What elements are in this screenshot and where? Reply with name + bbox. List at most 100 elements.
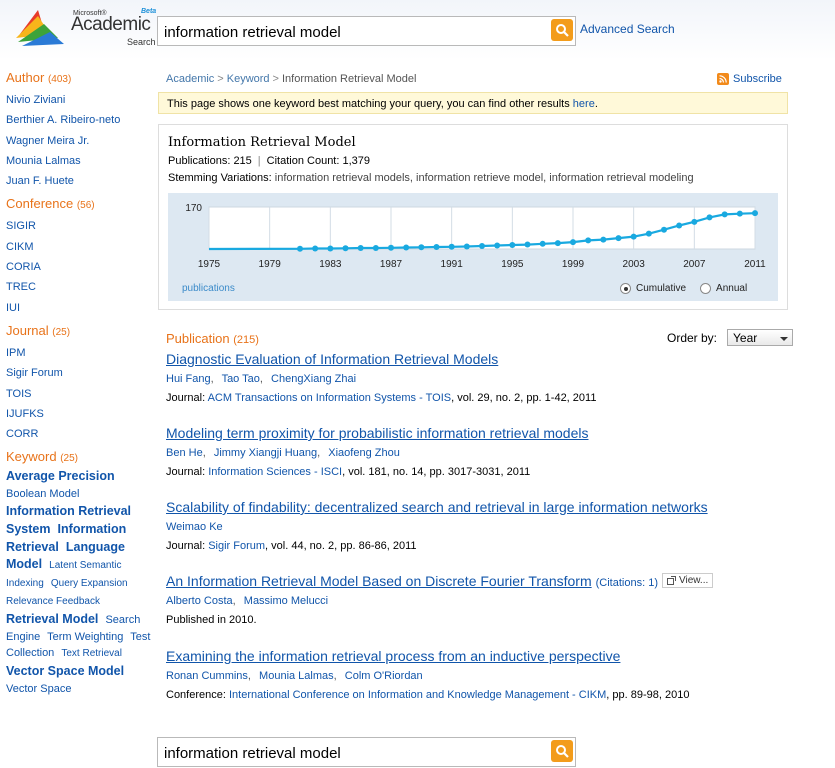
author-item[interactable]: Juan F. Huete	[6, 174, 154, 194]
conference-title: Conference	[6, 196, 74, 212]
publication-title-link[interactable]: Examining the information retrieval proc…	[166, 648, 620, 664]
venue-link[interactable]: ACM Transactions on Information Systems …	[208, 392, 452, 404]
author-item[interactable]: Wagner Meira Jr.	[6, 134, 154, 154]
breadcrumb-academic[interactable]: Academic	[166, 73, 214, 85]
author-link[interactable]: Ronan Cummins	[166, 670, 248, 682]
author-link[interactable]: Weimao Ke	[166, 521, 223, 533]
author-link[interactable]: Hui Fang	[166, 373, 211, 385]
stemming-variations: Stemming Variations: information retriev…	[168, 172, 694, 184]
keyword-link[interactable]: Text Retrieval	[61, 648, 122, 659]
author-link[interactable]: Tao Tao	[222, 373, 260, 385]
chart-x-tick-label: 2007	[683, 259, 706, 270]
venue-link[interactable]: International Conference on Information …	[229, 689, 606, 701]
order-by-select[interactable]: Year	[727, 329, 794, 346]
citations-link[interactable]: (Citations: 1)	[596, 577, 658, 589]
advanced-search-link[interactable]: Advanced Search	[580, 22, 675, 36]
publication-title-link[interactable]: Modeling term proximity for probabilisti…	[166, 425, 589, 441]
author-item[interactable]: Nivio Ziviani	[6, 93, 154, 113]
journal-item[interactable]: Sigir Forum	[6, 366, 154, 386]
author-link[interactable]: Xiaofeng Zhou	[328, 447, 400, 459]
chart-x-tick-label: 2003	[623, 259, 646, 270]
publication-venue: Journal: Information Sciences - ISCI, vo…	[166, 465, 786, 479]
keyword-link[interactable]: Query Expansion	[51, 578, 128, 589]
publication-title-link[interactable]: An Information Retrieval Model Based on …	[166, 573, 592, 589]
author-link[interactable]: Massimo Melucci	[244, 595, 328, 607]
radio-annual[interactable]: Annual	[700, 283, 747, 294]
publication-title-link[interactable]: Diagnostic Evaluation of Information Ret…	[166, 351, 498, 367]
subscribe-link[interactable]: Subscribe	[717, 73, 782, 85]
author-title: Author	[6, 70, 45, 85]
radio-cumulative[interactable]: Cumulative	[620, 283, 686, 294]
view-button[interactable]: View...	[661, 573, 714, 588]
journal-item[interactable]: TOIS	[6, 387, 154, 407]
keyword-link[interactable]: Vector Space Model	[6, 664, 124, 678]
author-section-title[interactable]: Author (403)	[6, 70, 154, 85]
notice-bar: This page shows one keyword best matchin…	[158, 92, 788, 114]
chevron-down-icon	[780, 337, 789, 341]
chart-x-tick-label: 1983	[319, 259, 342, 270]
sidebar: Author (403) Nivio Ziviani Berthier A. R…	[6, 70, 154, 698]
author-link[interactable]: Colm O'Riordan	[345, 670, 423, 682]
conference-item[interactable]: TREC	[6, 280, 154, 300]
subscribe-label: Subscribe	[733, 73, 782, 85]
keyword-link[interactable]: Average Precision	[6, 469, 115, 483]
keyword-stats: Publications: 215 | Citation Count: 1,379	[168, 155, 371, 167]
chart-x-tick-label: 1975	[198, 259, 221, 270]
author-link[interactable]: Alberto Costa	[166, 595, 233, 607]
author-link[interactable]: Mounia Lalmas	[259, 670, 334, 682]
chart-x-tick-label: 2011	[744, 259, 766, 270]
chart-data-point	[524, 241, 531, 248]
publication-section-title: Publication (215)	[166, 331, 259, 346]
academic-search-logo[interactable]: Microsoft® Academic Search Beta	[14, 4, 156, 48]
notice-end: .	[594, 98, 598, 110]
publication-authors: Hui Fang, Tao Tao, ChengXiang Zhai	[166, 373, 357, 385]
search-icon	[556, 24, 569, 37]
bottom-search-button[interactable]	[551, 740, 573, 762]
venue-link[interactable]: Sigir Forum	[208, 540, 265, 552]
author-link[interactable]: ChengXiang Zhai	[271, 373, 356, 385]
author-item[interactable]: Berthier A. Ribeiro-neto	[6, 113, 154, 133]
conference-section-title[interactable]: Conference (56)	[6, 196, 154, 211]
keyword-link[interactable]: Retrieval Model	[6, 612, 98, 626]
keyword-section-title[interactable]: Keyword (25)	[6, 449, 154, 464]
publication-title: Publication	[166, 331, 230, 346]
external-window-icon	[666, 576, 676, 585]
chart-y-max-label: 170	[185, 203, 202, 214]
author-link[interactable]: Ben He	[166, 447, 203, 459]
journal-item[interactable]: IPM	[6, 346, 154, 366]
publication-venue: Journal: ACM Transactions on Information…	[166, 391, 786, 405]
conference-item[interactable]: CORIA	[6, 260, 154, 280]
keyword-link[interactable]: Relevance Feedback	[6, 596, 100, 607]
order-by-value: Year	[733, 331, 758, 345]
keyword-link[interactable]: Vector Space	[6, 683, 71, 695]
chart-data-point	[372, 245, 379, 252]
radio-cumulative-circle	[620, 283, 631, 294]
author-link[interactable]: Jimmy Xiangji Huang	[214, 447, 317, 459]
view-button-label: View...	[678, 575, 709, 586]
notice-here-link[interactable]: here	[573, 98, 595, 110]
search-input[interactable]	[162, 20, 545, 44]
journal-item[interactable]: CORR	[6, 427, 154, 447]
publications-label: Publications:	[168, 155, 231, 167]
conference-item[interactable]: IUI	[6, 301, 154, 321]
chart-mode-options: Cumulative Annual	[620, 283, 747, 294]
conference-item[interactable]: SIGIR	[6, 219, 154, 239]
breadcrumb-keyword[interactable]: Keyword	[227, 73, 270, 85]
journal-item[interactable]: IJUFKS	[6, 407, 154, 427]
venue-details: , vol. 29, no. 2, pp. 1-42, 2011	[451, 392, 597, 404]
journal-section-title[interactable]: Journal (25)	[6, 323, 154, 338]
keyword-link[interactable]: Boolean Model	[6, 488, 79, 500]
chart-data-point	[600, 236, 607, 243]
conference-item[interactable]: CIKM	[6, 240, 154, 260]
keyword-link[interactable]: Term Weighting	[47, 631, 123, 643]
search-button[interactable]	[551, 19, 573, 41]
author-item[interactable]: Mounia Lalmas	[6, 154, 154, 174]
chart-data-point	[630, 233, 637, 240]
search-icon	[556, 745, 569, 758]
chart-data-point	[615, 235, 622, 242]
bottom-search-input[interactable]	[162, 741, 545, 765]
chart-legend-publications[interactable]: publications	[182, 283, 235, 294]
chart-x-tick-label: 1987	[380, 259, 403, 270]
publication-title-link[interactable]: Scalability of findability: decentralize…	[166, 499, 708, 515]
venue-link[interactable]: Information Sciences - ISCI	[208, 466, 342, 478]
